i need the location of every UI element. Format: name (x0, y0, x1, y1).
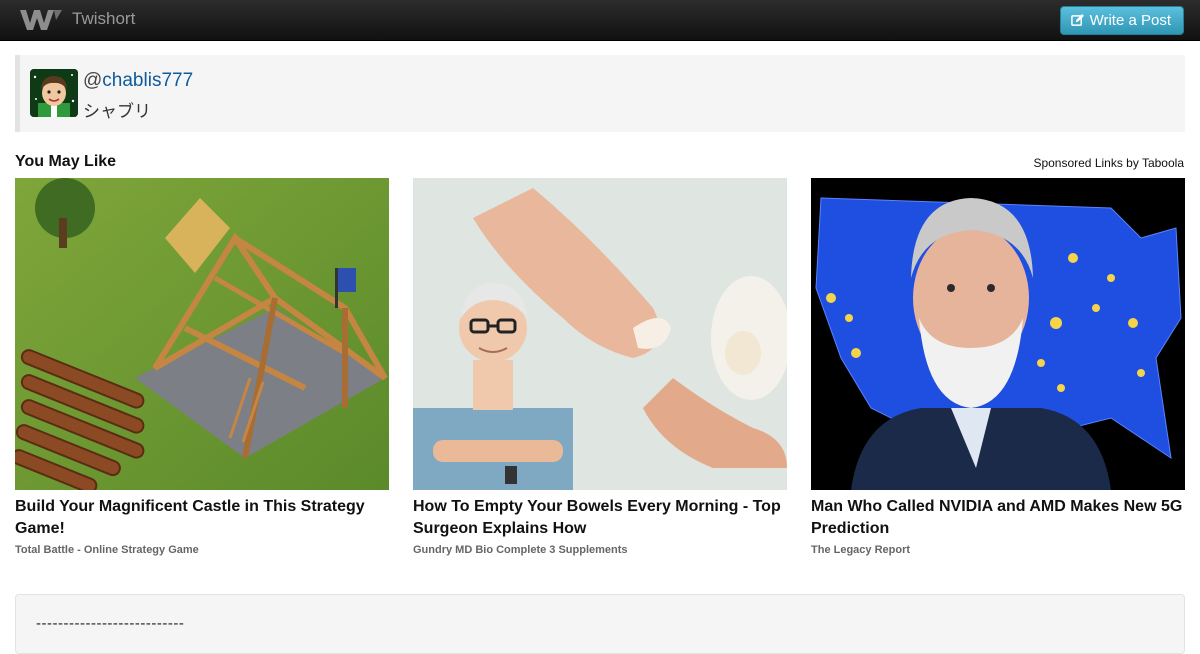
recommendation-card[interactable]: How To Empty Your Bowels Every Morning -… (413, 178, 787, 556)
avatar[interactable] (30, 69, 78, 117)
recommendation-card[interactable]: Build Your Magnificent Castle in This St… (15, 178, 389, 556)
edit-icon (1070, 14, 1084, 26)
card-source[interactable]: Total Battle - Online Strategy Game (15, 544, 389, 556)
card-headline[interactable]: Build Your Magnificent Castle in This St… (15, 496, 389, 540)
write-post-label: Write a Post (1089, 12, 1171, 29)
castle-game-thumbnail[interactable] (15, 178, 389, 490)
sponsored-links[interactable]: Sponsored Links by Taboola (1033, 156, 1184, 170)
username: chablis777 (102, 70, 194, 91)
surgeon-thumbnail[interactable] (413, 178, 787, 490)
post-content-box: --------------------------- (15, 594, 1185, 654)
card-source[interactable]: The Legacy Report (811, 544, 1185, 556)
top-navbar: Twishort Write a Post (0, 0, 1200, 41)
twishort-logo-icon[interactable] (18, 6, 64, 34)
recommendation-card[interactable]: Man Who Called NVIDIA and AMD Makes New … (811, 178, 1185, 556)
recommendations-title: You May Like (15, 153, 117, 170)
post-divider-text: --------------------------- (36, 615, 185, 632)
usa-map-thumbnail[interactable] (811, 178, 1185, 490)
card-headline[interactable]: Man Who Called NVIDIA and AMD Makes New … (811, 496, 1185, 540)
card-headline[interactable]: How To Empty Your Bowels Every Morning -… (413, 496, 787, 540)
avatar-image (30, 69, 78, 117)
card-source[interactable]: Gundry MD Bio Complete 3 Supplements (413, 544, 787, 556)
username-link[interactable]: @chablis777 (83, 70, 193, 92)
brand-name[interactable]: Twishort (72, 9, 135, 29)
write-post-button[interactable]: Write a Post (1059, 6, 1184, 35)
author-card: @chablis777 シャブリ (15, 55, 1185, 132)
display-name: シャブリ (83, 102, 151, 121)
at-symbol: @ (83, 70, 103, 91)
